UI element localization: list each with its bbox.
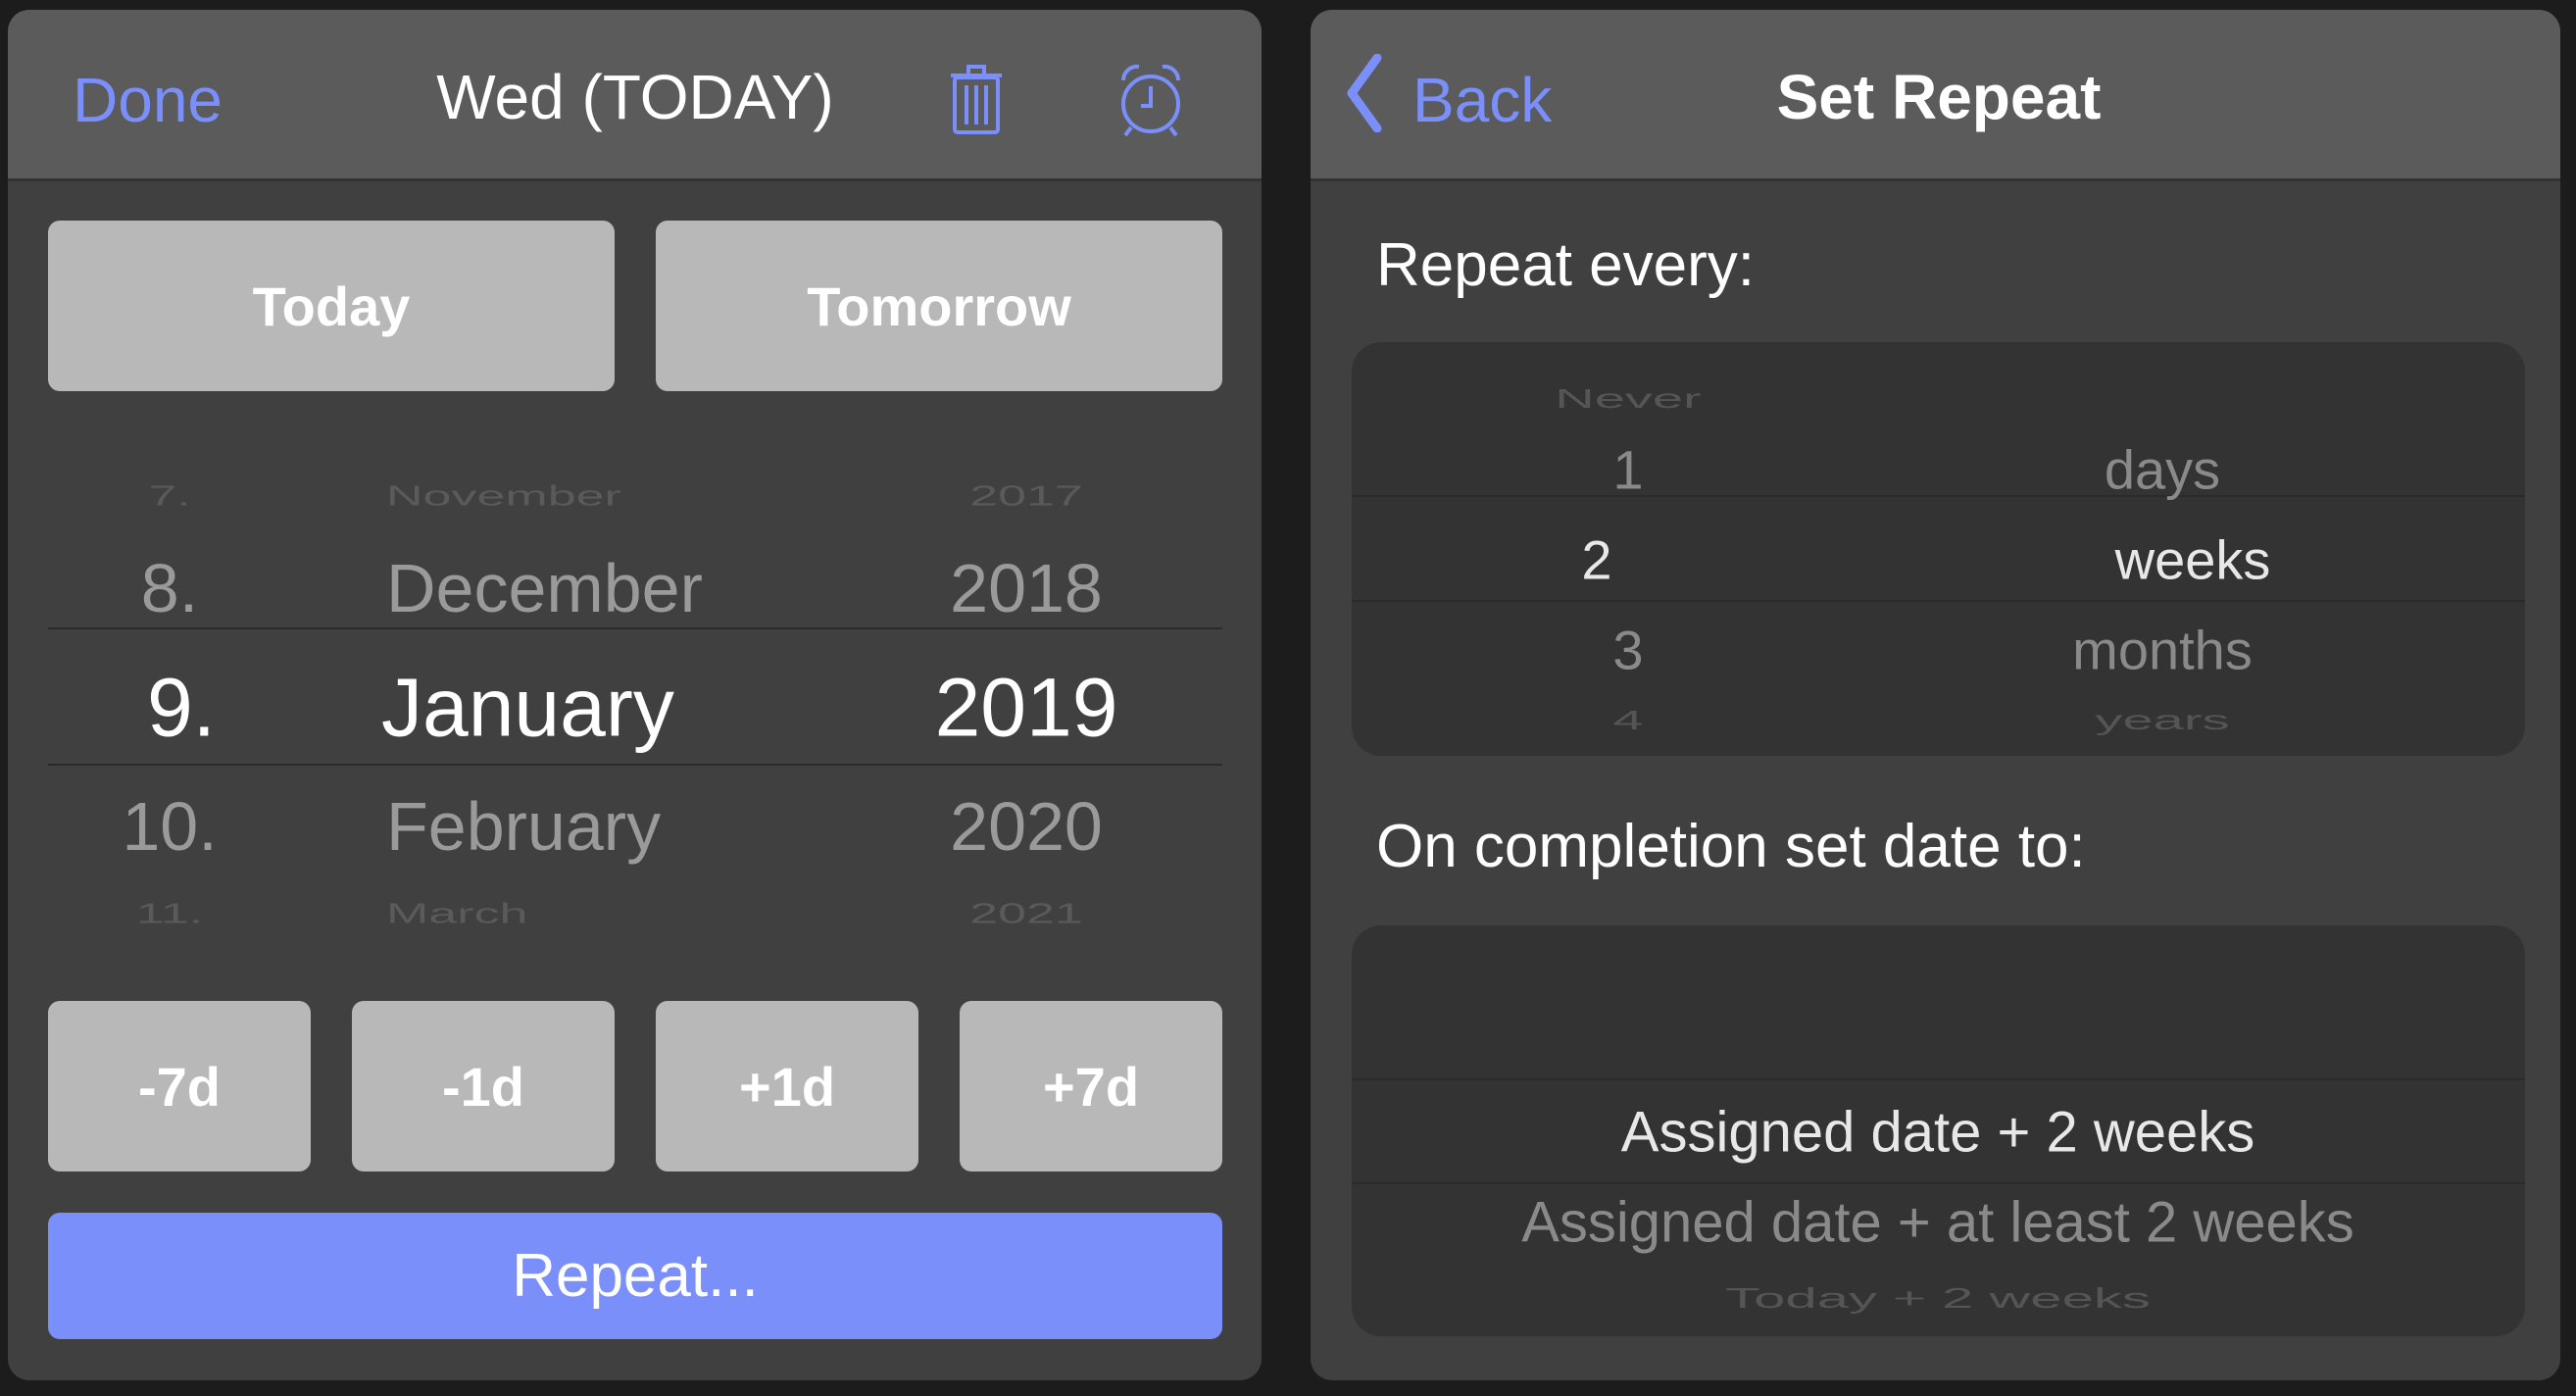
day-option: 7. [148,480,191,512]
repeat-every-label: Repeat every: [1376,231,1755,299]
date-panel-header: Done Wed (TODAY) [8,10,1262,181]
plus-1d-button[interactable]: +1d [656,1001,918,1172]
number-option: 2 [1581,528,1612,591]
completion-option: Assigned date + 2 weeks [1620,1100,2255,1165]
month-option: January [381,661,674,754]
today-button[interactable]: Today [48,221,615,391]
back-button[interactable]: Back [1412,64,1552,136]
number-option: Never [1555,382,1702,414]
number-option: 1 [1612,438,1644,501]
minus-1d-button[interactable]: -1d [352,1001,615,1172]
date-picker[interactable]: 7. November 2017 8. December 2018 9. January 201… [48,461,1222,931]
completion-option: Today + 2 weeks [1725,1281,2151,1315]
year-option: 2019 [934,661,1118,754]
completion-option: Assigned date + at least 2 weeks [1521,1190,2354,1255]
month-option: November [386,480,621,512]
header-title: Wed (TODAY) [436,62,834,132]
minus-7d-button[interactable]: -7d [48,1001,311,1172]
completion-picker[interactable]: Assigned date + 2 weeks Assigned date + a… [1352,925,2525,1336]
year-option: 2018 [950,550,1103,626]
number-option: 3 [1612,619,1644,681]
date-panel: Done Wed (TODAY) Today Tomorrow 7. Novemb… [8,10,1262,1380]
month-option: February [386,788,662,865]
year-option: 2020 [950,788,1103,865]
day-option: 11. [135,898,204,929]
month-option: March [386,898,528,929]
tomorrow-button[interactable]: Tomorrow [656,221,1222,391]
unit-option: years [2095,704,2230,735]
day-option: 8. [140,550,199,626]
alarm-clock-icon[interactable] [1115,61,1186,139]
repeat-panel: Back Set Repeat Repeat every: Never 1 2 3 4 d… [1311,10,2560,1380]
unit-option: months [2072,619,2253,681]
month-option: December [386,550,703,626]
repeat-button[interactable]: Repeat... [48,1213,1222,1339]
unit-option: weeks [2114,528,2271,591]
number-option: 4 [1612,704,1644,735]
year-option: 2017 [969,480,1083,512]
done-button[interactable]: Done [73,64,223,136]
unit-option: days [2104,438,2221,501]
header-title: Set Repeat [1776,62,2102,132]
day-option: 10. [122,788,218,865]
year-option: 2021 [969,898,1083,929]
trash-icon[interactable] [949,64,1004,136]
repeat-interval-picker[interactable]: Never 1 2 3 4 days weeks months years [1352,342,2525,756]
repeat-panel-header: Back Set Repeat [1311,10,2560,181]
chevron-left-icon[interactable] [1344,54,1383,132]
completion-label: On completion set date to: [1376,813,2086,880]
plus-7d-button[interactable]: +7d [960,1001,1222,1172]
day-option: 9. [146,661,217,754]
